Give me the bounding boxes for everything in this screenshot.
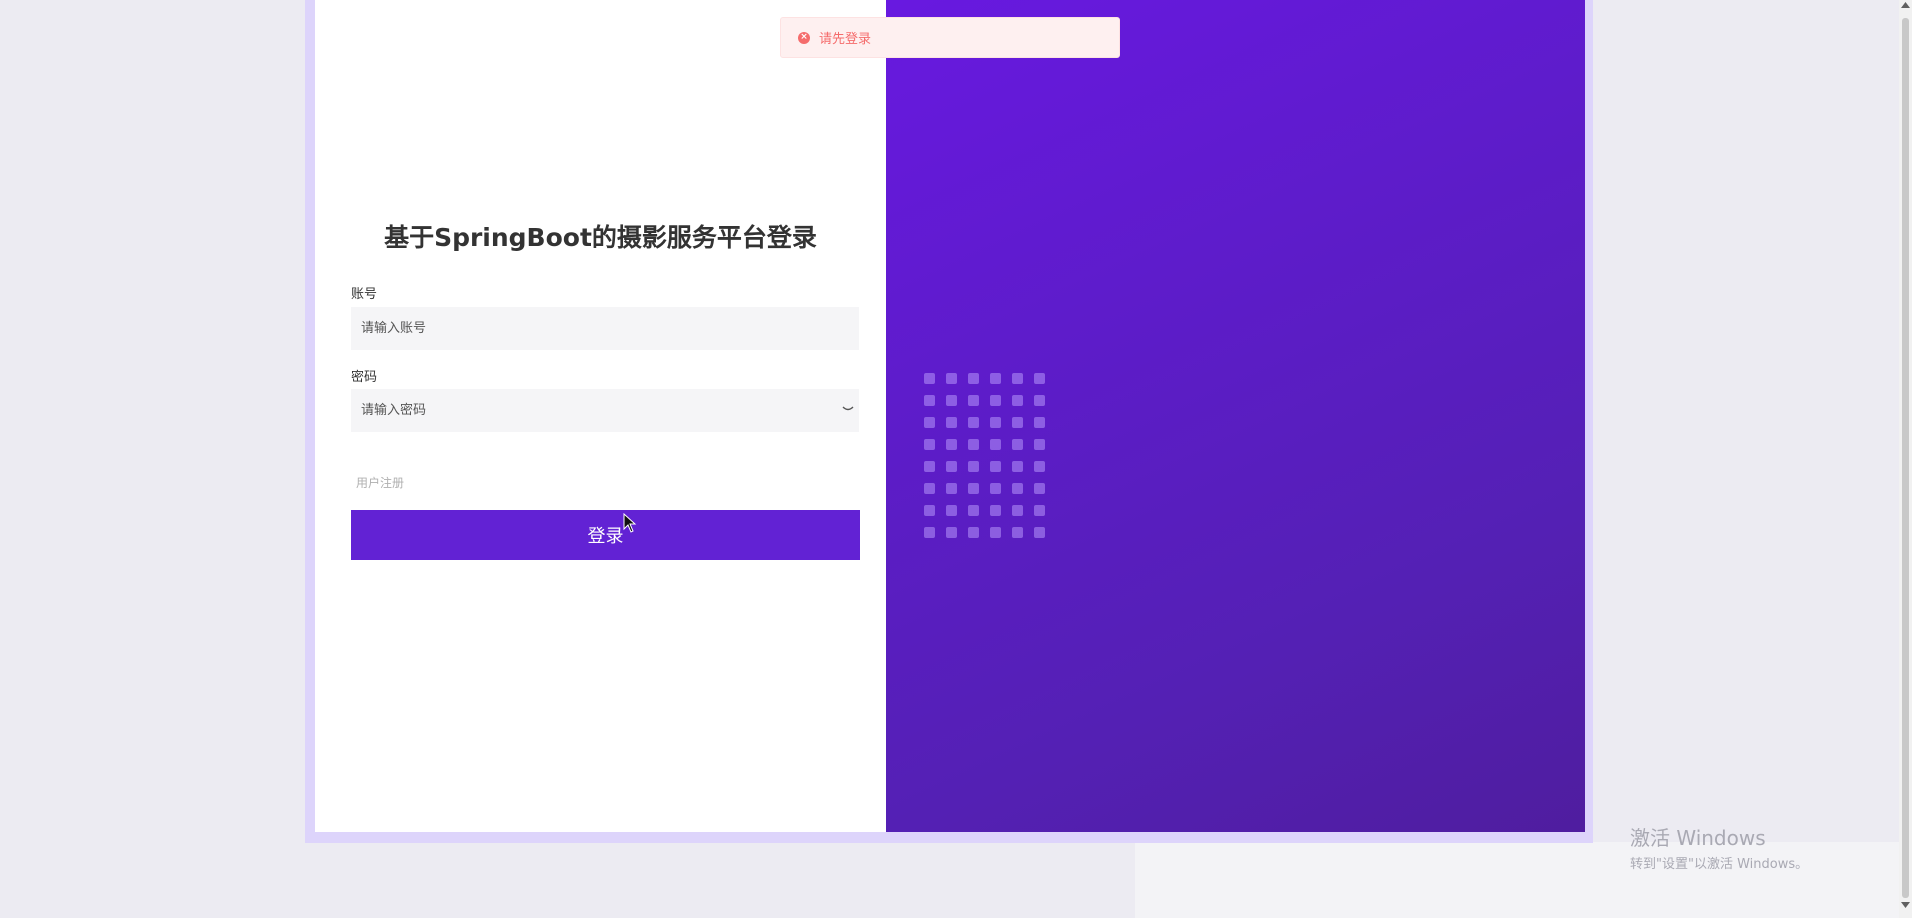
password-label: 密码 — [351, 370, 378, 385]
windows-activation-watermark: 激活 Windows 转到"设置"以激活 Windows。 — [1630, 822, 1808, 872]
scroll-down-arrow-icon[interactable] — [1899, 902, 1912, 914]
error-circle-icon: × — [798, 31, 810, 44]
decorative-panel — [886, 0, 1585, 832]
account-label: 账号 — [351, 287, 378, 302]
watermark-title: 激活 Windows — [1630, 826, 1766, 850]
password-input[interactable] — [351, 389, 859, 432]
login-title: 基于SpringBoot的摄影服务平台登录 — [384, 223, 817, 252]
register-link[interactable]: 用户注册 — [356, 474, 404, 491]
vertical-scrollbar[interactable] — [1899, 0, 1912, 918]
error-toast: × 请先登录 — [780, 17, 1120, 58]
eye-closed-icon[interactable] — [841, 402, 855, 416]
login-card: 基于SpringBoot的摄影服务平台登录 账号 密码 用户注册 登录 — [315, 0, 1585, 832]
scroll-up-arrow-icon[interactable] — [1899, 2, 1912, 14]
decorative-dot-grid-middle — [924, 373, 1045, 538]
mouse-cursor-icon — [623, 512, 637, 533]
watermark-subtitle: 转到"设置"以激活 Windows。 — [1630, 857, 1809, 872]
scrollbar-thumb[interactable] — [1902, 18, 1909, 898]
toast-message: 请先登录 — [819, 32, 872, 47]
account-input[interactable] — [351, 307, 859, 350]
login-button[interactable]: 登录 — [351, 510, 860, 560]
